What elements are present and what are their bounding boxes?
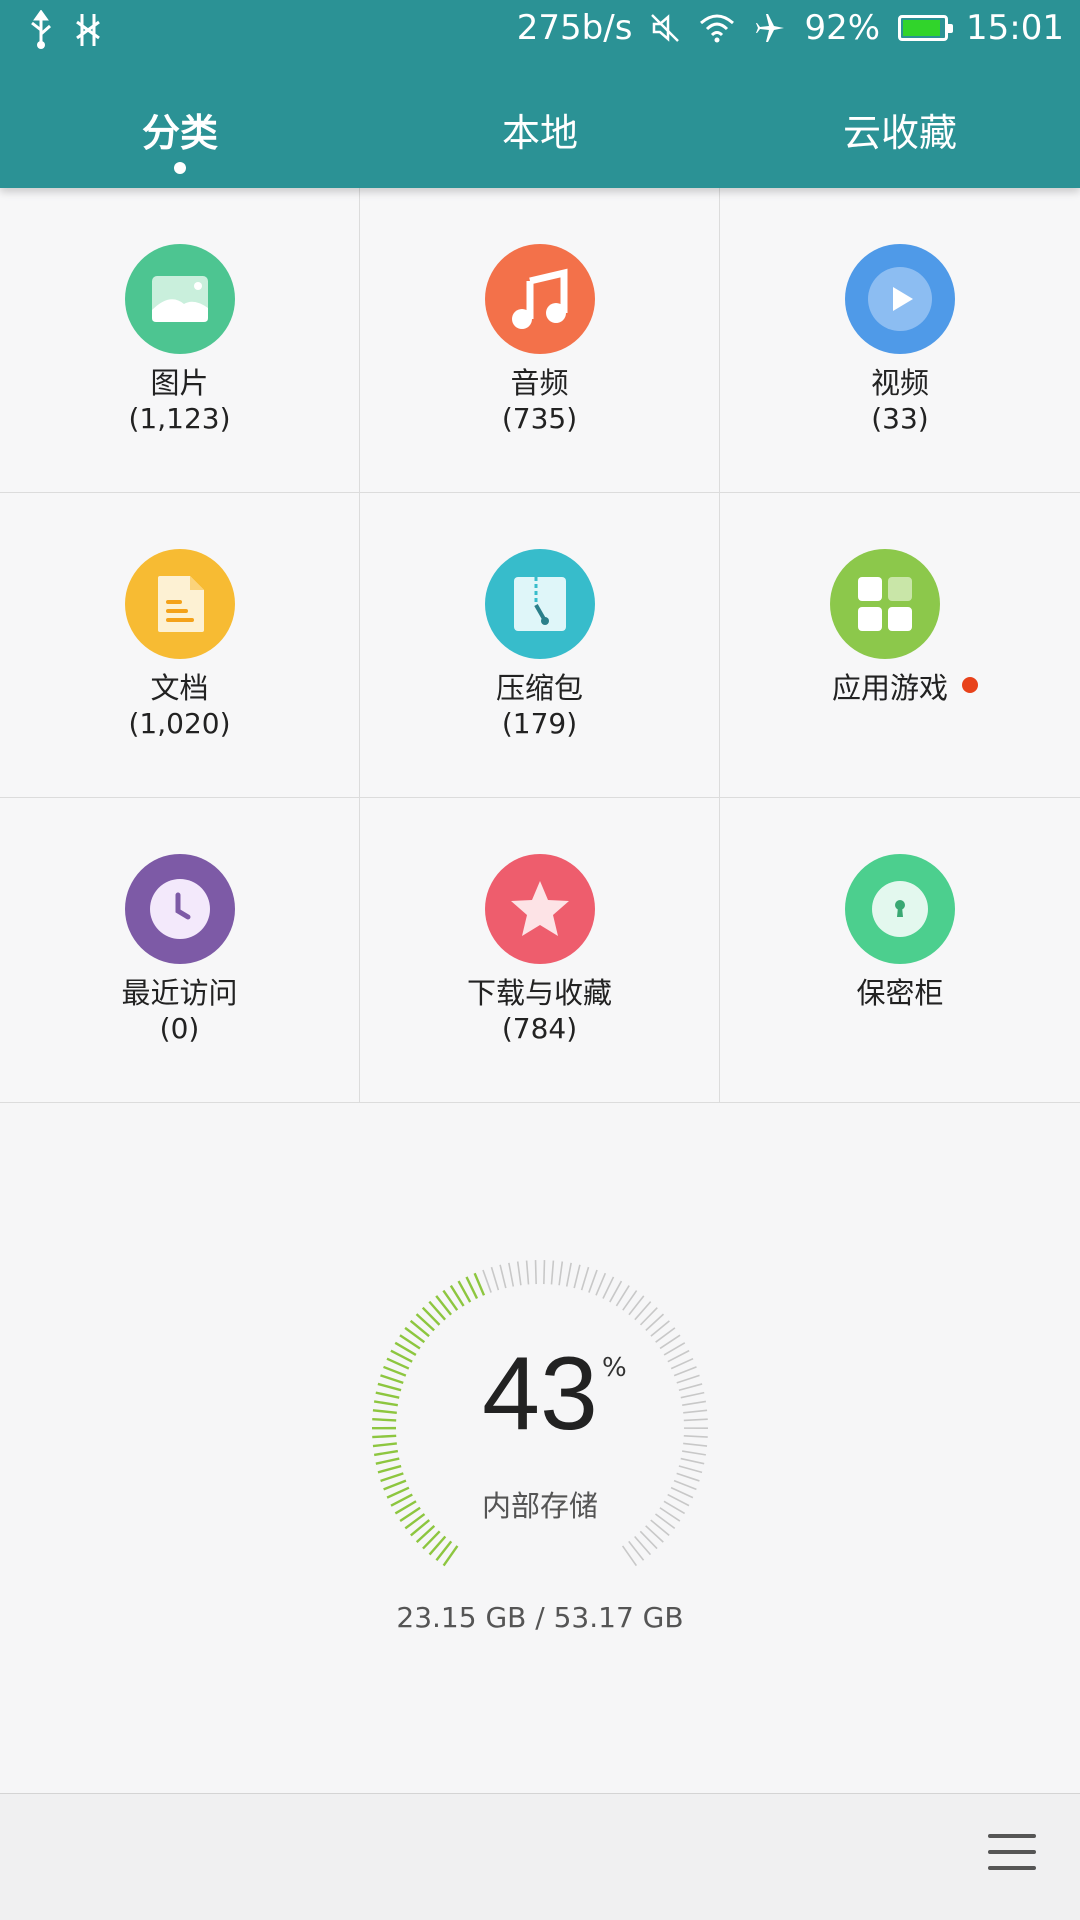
gauge-tick-free <box>550 1260 555 1285</box>
gauge-tick-free <box>565 1262 572 1287</box>
tab-cloud[interactable]: 云收藏 <box>720 64 1080 188</box>
status-bar: 275b/s 92% 15:01 <box>0 0 1080 64</box>
category-count: (1,123) <box>128 402 231 435</box>
tab-label: 云收藏 <box>842 111 957 155</box>
gauge-tick-free <box>609 1280 623 1303</box>
category-archives[interactable]: 压缩包 (179) <box>360 493 720 798</box>
gauge-tick-free <box>588 1269 598 1293</box>
app-header: 275b/s 92% 15:01 分类 本地 云收藏 <box>0 0 1080 188</box>
clock: 15:01 <box>966 8 1064 48</box>
mute-icon <box>650 13 680 43</box>
storage-label: 内部存储 <box>481 1489 598 1523</box>
wifi-icon <box>698 13 736 43</box>
gauge-tick-used <box>465 1276 479 1300</box>
gauge-tick-free <box>482 1269 492 1293</box>
menu-icon[interactable] <box>988 1834 1036 1874</box>
tab-bar: 分类 本地 云收藏 <box>0 64 1080 188</box>
gauge-tick-used <box>377 1464 402 1474</box>
battery-percent: 92% <box>804 8 881 48</box>
airplane-icon <box>754 12 786 44</box>
category-label: 下载与收藏 <box>466 976 612 1010</box>
gauge-tick-free <box>508 1262 515 1287</box>
category-video[interactable]: 视频 (33) <box>720 188 1080 493</box>
gauge-tick-free <box>534 1260 537 1285</box>
gauge-tick-free <box>602 1276 615 1299</box>
gauge-tick-free <box>595 1272 607 1296</box>
gauge-tick-free <box>558 1261 564 1286</box>
storage-percent: 43 <box>482 1336 598 1452</box>
category-count: (735) <box>501 402 578 435</box>
net-speed: 275b/s <box>516 8 633 48</box>
apps-icon <box>830 549 940 659</box>
category-audio[interactable]: 音频 (735) <box>360 188 720 493</box>
category-label: 应用游戏 <box>831 671 948 705</box>
category-label: 音频 <box>510 366 569 400</box>
category-count: (784) <box>501 1012 578 1045</box>
gauge-tick-free <box>678 1465 703 1474</box>
category-images[interactable]: 图片 (1,123) <box>0 188 360 493</box>
gauge-tick-free <box>516 1261 522 1286</box>
category-label: 保密柜 <box>856 976 944 1010</box>
gauge-tick-free <box>580 1266 590 1291</box>
gauge-tick-used <box>473 1272 486 1296</box>
gauge-tick-free <box>676 1472 700 1482</box>
category-downloads-favorites[interactable]: 下载与收藏 (784) <box>360 798 720 1103</box>
category-count: (33) <box>871 402 929 435</box>
category-safe-box[interactable]: 保密柜 <box>720 798 1080 1103</box>
star-icon <box>484 854 595 964</box>
gauge-tick-free <box>680 1457 705 1465</box>
category-label: 压缩包 <box>495 671 583 705</box>
category-label: 图片 <box>150 366 209 400</box>
tab-label: 分类 <box>141 111 218 155</box>
music-icon <box>484 244 595 354</box>
gauge-tick-free <box>499 1264 507 1289</box>
image-icon <box>124 244 235 354</box>
usb-icon <box>28 10 54 50</box>
tab-label: 本地 <box>501 111 578 155</box>
category-count: (1,020) <box>128 707 231 740</box>
category-apps-games[interactable]: 应用游戏 <box>720 493 1080 798</box>
storage-section: 43 % 内部存储 23.15 GB / 53.17 GB <box>0 1103 1080 1793</box>
battery-icon <box>898 15 954 41</box>
bottom-bar <box>0 1793 1080 1920</box>
category-count: (0) <box>159 1012 200 1045</box>
storage-usage: 23.15 GB / 53.17 GB <box>396 1601 684 1634</box>
zip-icon <box>484 549 595 659</box>
video-icon <box>845 244 955 354</box>
tab-local[interactable]: 本地 <box>360 64 720 188</box>
category-label: 文档 <box>150 671 209 705</box>
battery-level-fill <box>903 20 940 36</box>
category-grid: 图片 (1,123) 音频 (735) 视频 (33) 文档 (1,020) 压… <box>0 188 1080 1103</box>
gauge-tick-free <box>543 1260 546 1285</box>
category-label: 视频 <box>870 366 929 400</box>
gauge-tick-used <box>375 1457 400 1465</box>
gauge-tick-used <box>380 1472 404 1483</box>
category-label: 最近访问 <box>121 976 238 1010</box>
category-documents[interactable]: 文档 (1,020) <box>0 493 360 798</box>
gauge-tick-free <box>525 1260 530 1285</box>
category-recent[interactable]: 最近访问 (0) <box>0 798 360 1103</box>
clock-icon <box>124 854 235 964</box>
document-icon <box>124 549 235 659</box>
gauge-tick-free <box>573 1264 581 1289</box>
usb-debug-icon <box>74 12 102 48</box>
new-badge <box>962 677 978 693</box>
tab-active-indicator <box>174 162 186 174</box>
lock-icon <box>845 854 955 964</box>
tab-category[interactable]: 分类 <box>0 64 360 188</box>
percent-sign: % <box>602 1353 627 1383</box>
gauge-tick-free <box>490 1266 500 1291</box>
category-count: (179) <box>501 707 578 740</box>
